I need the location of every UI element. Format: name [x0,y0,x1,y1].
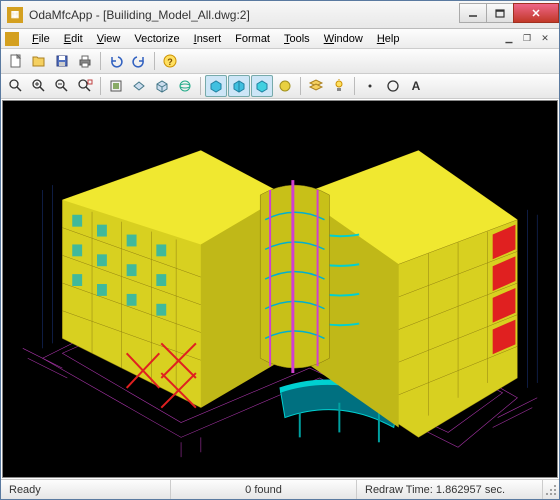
mdi-restore-button[interactable]: ❐ [519,32,535,46]
menu-tools[interactable]: Tools [277,31,317,47]
zoom-in-button[interactable] [28,75,50,97]
minimize-button[interactable] [459,3,487,23]
window-buttons [460,3,559,23]
resize-grip[interactable] [543,482,559,498]
open-button[interactable] [28,50,50,72]
print-button[interactable] [74,50,96,72]
building-model-3d [3,101,557,477]
menu-vectorize[interactable]: Vectorize [127,31,186,47]
shade-hidden-button[interactable] [228,75,250,97]
zoom-out-button[interactable] [51,75,73,97]
view-2d-button[interactable] [105,75,127,97]
shade-gouraud-button[interactable] [251,75,273,97]
new-button[interactable] [5,50,27,72]
menubar: File Edit View Vectorize Insert Format T… [1,29,559,49]
save-button[interactable] [51,50,73,72]
zoom-window-button[interactable] [5,75,27,97]
menu-insert[interactable]: Insert [187,31,229,47]
view-orbit-button[interactable] [174,75,196,97]
status-ready: Ready [1,480,171,499]
window-title: OdaMfcApp - [Builiding_Model_All.dwg:2] [29,8,460,22]
menu-help[interactable]: Help [370,31,407,47]
app-icon: ▦ [7,7,23,23]
menu-file[interactable]: File [25,31,57,47]
close-button[interactable] [513,3,559,23]
menu-format[interactable]: Format [228,31,277,47]
toolbar-standard: ? [1,49,559,74]
menu-edit[interactable]: Edit [57,31,90,47]
menu-window[interactable]: Window [317,31,370,47]
view-top-button[interactable] [128,75,150,97]
svg-text:?: ? [167,57,173,67]
toolbar-view: A [1,74,559,99]
text-button[interactable]: A [405,75,427,97]
status-redraw-time: Redraw Time: 1.862957 sec. [357,480,543,499]
window-titlebar: ▦ OdaMfcApp - [Builiding_Model_All.dwg:2… [1,1,559,29]
light-button[interactable] [328,75,350,97]
undo-button[interactable] [105,50,127,72]
zoom-extents-button[interactable] [74,75,96,97]
menu-view[interactable]: View [90,31,128,47]
layer-button[interactable] [305,75,327,97]
shade-flat-button[interactable] [274,75,296,97]
circle-button[interactable] [382,75,404,97]
mdi-document-icon [5,32,19,46]
drawing-canvas[interactable] [2,100,558,478]
mdi-close-button[interactable]: ✕ [537,32,553,46]
maximize-button[interactable] [486,3,514,23]
shade-wireframe-button[interactable] [205,75,227,97]
status-found: 0 found [171,480,357,499]
statusbar: Ready 0 found Redraw Time: 1.862957 sec. [1,479,559,499]
redo-button[interactable] [128,50,150,72]
view-iso-button[interactable] [151,75,173,97]
mdi-minimize-button[interactable]: ▁ [501,32,517,46]
svg-text:A: A [412,79,421,93]
help-button[interactable]: ? [159,50,181,72]
point-button[interactable] [359,75,381,97]
